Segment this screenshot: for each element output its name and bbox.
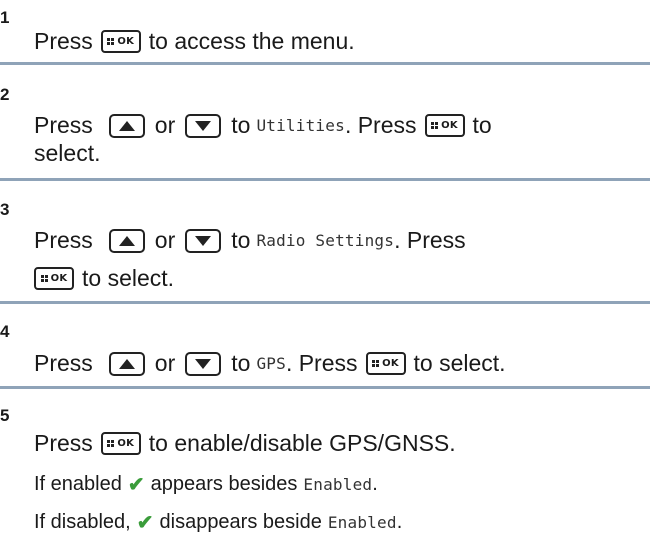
step-2-line-1: Press or to Utilities . Press OK to	[34, 112, 492, 138]
menu-ok-key-icon: OK	[34, 267, 74, 290]
down-arrow-key-icon	[185, 351, 222, 376]
step-number: 4	[0, 322, 10, 341]
step-number: 5	[0, 406, 10, 425]
step-4-line: Press or to GPS . Press OK to select.	[34, 350, 506, 376]
down-arrow-key-icon	[185, 228, 222, 253]
menu-ok-key-icon: OK	[365, 352, 406, 375]
step-text: Press	[34, 28, 93, 54]
status-name: Enabled	[327, 513, 397, 532]
step-divider	[0, 301, 650, 304]
step-3-line-2: OK to select.	[26, 265, 174, 292]
step-1-line: Press OK to access the menu.	[34, 28, 355, 55]
step-divider	[0, 178, 650, 181]
status-name: Enabled	[303, 475, 373, 494]
menu-ok-key-icon: OK	[100, 30, 141, 53]
step-5-line-2: If enabled ✔ appears besides Enabled .	[34, 473, 378, 496]
step-divider	[0, 386, 650, 389]
step-divider	[0, 62, 650, 65]
menu-ok-key-icon: OK	[424, 114, 465, 137]
menu-item-name: GPS	[256, 354, 286, 373]
menu-item-name: Utilities	[256, 116, 345, 135]
step-5-line-1: Press OK to enable/disable GPS/GNSS.	[34, 430, 456, 456]
up-arrow-key-icon	[108, 113, 145, 138]
down-arrow-key-icon	[185, 113, 222, 138]
checkmark-icon: ✔	[127, 474, 145, 496]
step-number: 2	[0, 85, 10, 104]
step-text: to access the menu.	[148, 28, 355, 54]
checkmark-icon: ✔	[136, 512, 154, 534]
step-number: 1	[0, 8, 10, 27]
step-2-line-2: select.	[34, 140, 101, 166]
step-number: 3	[0, 200, 10, 219]
up-arrow-key-icon	[108, 351, 145, 376]
step-3-line-1: Press or to Radio Settings . Press	[34, 227, 466, 253]
menu-item-name: Radio Settings	[256, 231, 395, 250]
step-5-line-3: If disabled, ✔ disappears beside Enabled…	[34, 511, 403, 534]
menu-ok-key-icon: OK	[100, 432, 141, 455]
up-arrow-key-icon	[108, 228, 145, 253]
